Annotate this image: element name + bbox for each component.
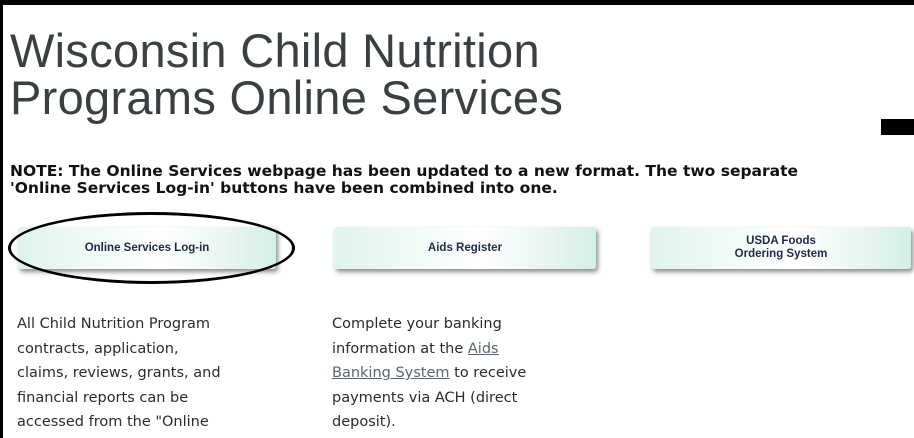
login-description: All Child Nutrition Program contracts, a… [17,312,287,435]
online-services-login-button[interactable]: Online Services Log-in [18,227,276,269]
update-note: NOTE: The Online Services webpage has be… [10,163,914,197]
col1-line-5: accessed from the "Online [17,414,209,430]
link-text-2: Banking System [332,365,450,381]
col1-line-2: contracts, application, [17,340,179,357]
col1-line-3: claims, reviews, grants, and [17,365,221,381]
col2-line-4: payments via ACH (direct [332,389,518,406]
col1-line-4: financial reports can be [17,389,189,406]
note-line-2: 'Online Services Log-in' buttons have be… [10,179,558,197]
login-button-label: Online Services Log-in [84,241,210,254]
aids-description: Complete your banking information at the… [332,312,602,435]
note-line-1: NOTE: The Online Services webpage has be… [10,162,799,180]
title-line-1: Wisconsin Child Nutrition [10,24,540,77]
usda-label-line-1: USDA Foods [746,235,816,247]
usda-label-line-2: Ordering System [734,248,828,260]
aids-register-label: Aids Register [427,241,503,254]
page-title: Wisconsin Child Nutrition Programs Onlin… [10,27,563,121]
title-line-2: Programs Online Services [10,71,564,124]
redaction-bar [881,119,914,135]
col2-line-1: Complete your banking [332,316,502,332]
link-text-1: Aids [467,340,499,357]
col2-line-2-text: information at the [332,340,468,357]
page: Wisconsin Child Nutrition Programs Onlin… [3,5,914,438]
usda-foods-ordering-button[interactable]: USDA Foods Ordering System [651,227,911,269]
usda-button-label: USDA Foods Ordering System [735,235,828,261]
aids-register-button[interactable]: Aids Register [334,227,596,269]
col2-line-3-text: to receive [449,365,527,381]
col2-line-5: deposit). [332,414,396,430]
col1-line-1: All Child Nutrition Program [17,316,211,332]
